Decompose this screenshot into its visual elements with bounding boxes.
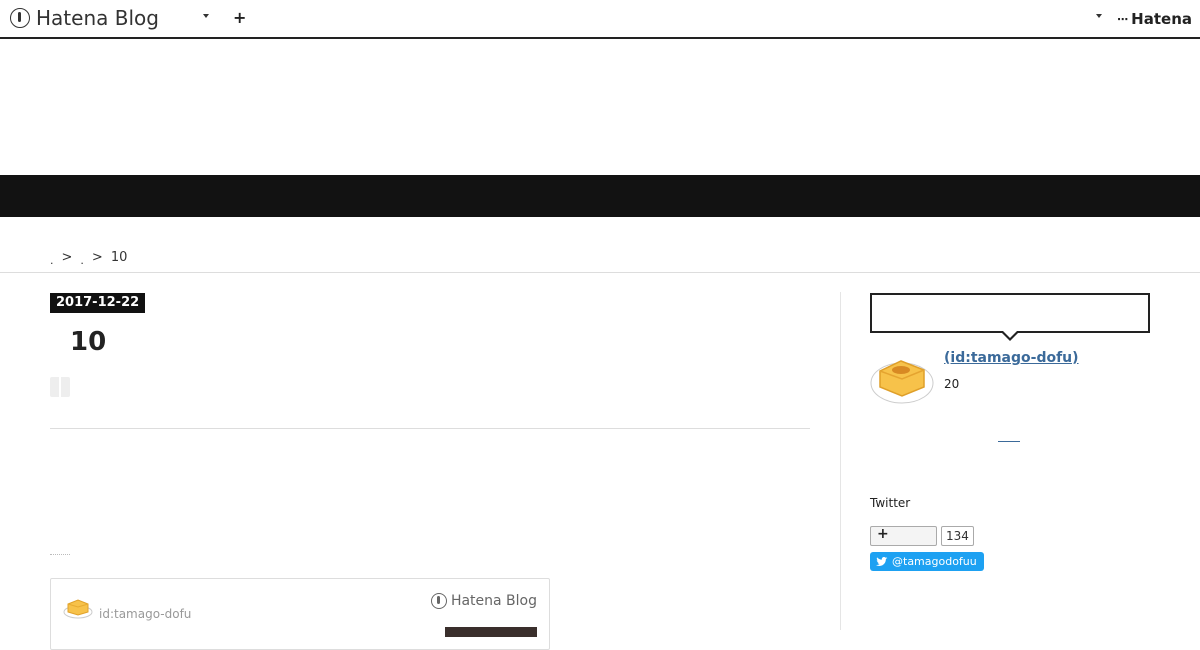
- profile-link[interactable]: [998, 441, 1020, 442]
- article-footer-dots: [50, 554, 70, 557]
- blog-title-banner: [0, 175, 1200, 217]
- breadcrumb-home-link[interactable]: .: [50, 255, 54, 266]
- follow-button[interactable]: +: [870, 526, 937, 546]
- profile-name-link[interactable]: (id:tamago-dofu): [944, 350, 1079, 366]
- article-divider: [50, 428, 810, 429]
- twitter-label: Twitter: [870, 496, 911, 510]
- article-date[interactable]: 2017-12-22: [50, 293, 146, 313]
- breadcrumb-current: 10: [110, 250, 128, 265]
- profile-speech-box: [870, 293, 1150, 341]
- tofu-avatar-icon: [63, 599, 93, 619]
- hatena-blog-brand-text: Hatena Blog: [36, 6, 159, 30]
- hatena-logo[interactable]: ⋯ Hatena: [1117, 10, 1192, 28]
- hatena-brand-text: Hatena: [1131, 10, 1192, 28]
- hatena-blog-logo-icon: [10, 8, 30, 28]
- breadcrumb-separator: >: [61, 250, 73, 265]
- breadcrumb-category-link[interactable]: .: [80, 255, 84, 266]
- twitter-bird-icon: [876, 556, 888, 566]
- quote-icon: [50, 377, 70, 397]
- breadcrumb: . > . > 10: [50, 250, 128, 266]
- top-navigation-bar: Hatena Blog + ⋯ Hatena: [0, 0, 1200, 39]
- card-hatena-blog-logo-icon: [430, 593, 447, 609]
- hatena-blog-logo[interactable]: Hatena Blog: [10, 6, 159, 30]
- account-dropdown-icon[interactable]: [1096, 14, 1102, 18]
- profile-avatar[interactable]: [870, 349, 934, 405]
- add-button[interactable]: +: [233, 8, 246, 27]
- twitter-handle: @tamagodofuu: [892, 555, 977, 568]
- blog-embed-card[interactable]: id:tamago-dofu Hatena Blog: [50, 578, 550, 650]
- blog-menu-dropdown-icon[interactable]: [203, 14, 209, 18]
- twitter-follow-button[interactable]: @tamagodofuu: [870, 552, 984, 571]
- follower-count: 134: [941, 526, 974, 546]
- hatena-mark-icon: ⋯: [1117, 12, 1128, 26]
- breadcrumb-separator: >: [91, 250, 103, 265]
- article-title[interactable]: 10: [70, 327, 106, 357]
- profile-count: 20: [944, 377, 960, 391]
- breadcrumb-divider: [0, 272, 1200, 273]
- card-user-id[interactable]: id:tamago-dofu: [99, 607, 191, 621]
- card-hatena-blog-logo[interactable]: Hatena Blog: [430, 593, 537, 609]
- sidebar-divider: [840, 292, 841, 630]
- card-brand-text: Hatena Blog: [450, 593, 537, 609]
- card-thumbnail-image[interactable]: [445, 627, 537, 637]
- follow-plus-icon: +: [877, 526, 889, 542]
